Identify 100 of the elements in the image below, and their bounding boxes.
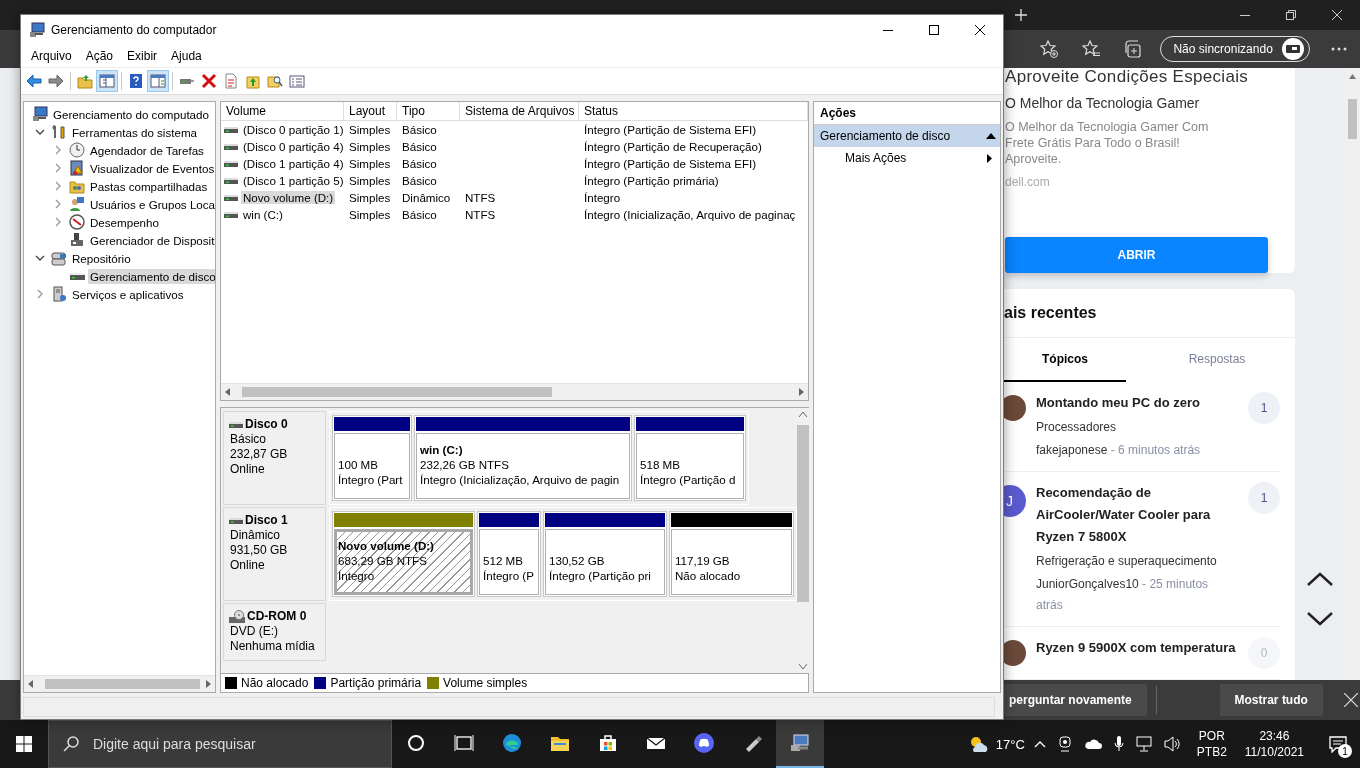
tree-item[interactable]: Repositório bbox=[70, 250, 133, 266]
tab[interactable]: Respostas bbox=[1156, 338, 1278, 382]
table-cell[interactable]: (Disco 0 partição 4) bbox=[241, 140, 346, 153]
speaker-icon bbox=[1163, 736, 1182, 752]
action-section[interactable]: Gerenciamento de disco bbox=[814, 125, 1000, 147]
scroll-up-icon[interactable] bbox=[1349, 74, 1356, 79]
scroll-left-icon[interactable] bbox=[28, 680, 33, 688]
disk-info: Básico bbox=[230, 432, 268, 447]
disk-partition[interactable]: win (C:) 232,26 GB NTFS Íntegro (Inicialização, Arquivo de pagin bbox=[414, 415, 632, 501]
column-header[interactable]: Status bbox=[579, 102, 808, 121]
taskbar-app[interactable] bbox=[776, 720, 824, 768]
disk-partition[interactable]: 100 MB Íntegro (Part bbox=[332, 415, 412, 501]
disk-partition[interactable]: 130,52 GB Íntegro (Partição pri bbox=[543, 511, 667, 597]
table-cell-text: Simples bbox=[348, 139, 392, 155]
menu-item[interactable]: Arquivo bbox=[24, 47, 79, 65]
topic-title[interactable]: Montando meu PC do zero bbox=[1036, 392, 1236, 414]
disk-partition[interactable]: Novo volume (D:) 683,29 GB NTFS Íntegro bbox=[332, 511, 475, 597]
partition-size: 100 MB bbox=[338, 457, 379, 472]
tree-item[interactable]: Desempenho bbox=[88, 214, 161, 230]
table-cell[interactable]: Novo volume (D:) bbox=[241, 191, 336, 204]
chevron-right-icon[interactable] bbox=[53, 145, 63, 155]
column-header[interactable]: Layout bbox=[344, 102, 397, 121]
tree-item[interactable]: Ferramentas do sistema bbox=[70, 124, 199, 140]
users-icon bbox=[69, 196, 85, 212]
action-pane-button[interactable] bbox=[147, 70, 169, 92]
table-cell[interactable]: (Disco 1 partição 5) bbox=[241, 174, 346, 187]
show-all-button[interactable]: Mostrar tudo bbox=[1219, 684, 1323, 716]
scroll-right-icon[interactable] bbox=[206, 680, 211, 688]
scroll-up-icon[interactable] bbox=[799, 412, 807, 417]
drive-icon bbox=[224, 124, 238, 135]
topic-title[interactable]: Ryzen 9 5900X com temperatura bbox=[1036, 637, 1236, 659]
table-cell[interactable]: (Disco 1 partição 4) bbox=[241, 157, 346, 170]
scroll-up-button[interactable] bbox=[1307, 572, 1333, 586]
chevron-down-icon[interactable] bbox=[35, 253, 45, 263]
chevron-up-icon bbox=[1033, 740, 1046, 748]
edge-icon bbox=[502, 733, 522, 753]
menu-item[interactable]: Ação bbox=[78, 47, 121, 65]
category-link[interactable]: Refrigeração e superaquecimento bbox=[1036, 554, 1248, 568]
new-tab-icon[interactable] bbox=[1015, 9, 1027, 21]
console-tree-button[interactable] bbox=[96, 70, 118, 92]
ask-again-button[interactable]: perguntar novamente bbox=[1004, 684, 1147, 716]
partition-size: 512 MB bbox=[483, 553, 524, 568]
category-link[interactable]: Processadores bbox=[1036, 420, 1248, 434]
clock[interactable]: 23:46 11/10/2021 bbox=[1244, 728, 1304, 760]
log-book-icon bbox=[69, 160, 85, 176]
table-cell-text: Dinâmico bbox=[401, 190, 452, 206]
tree-item[interactable]: Serviços e aplicativos bbox=[70, 286, 186, 302]
help-icon bbox=[128, 73, 144, 89]
delete-icon bbox=[201, 73, 217, 89]
table-cell-text: Íntegro (Partição de Recuperação) bbox=[583, 139, 763, 155]
column-header[interactable]: Volume bbox=[221, 102, 344, 121]
scroll-right-icon[interactable] bbox=[799, 388, 804, 396]
vertical-scrollbar[interactable] bbox=[797, 408, 809, 673]
tree-item[interactable]: Usuários e Grupos Loca bbox=[88, 196, 215, 212]
scroll-down-button[interactable] bbox=[1307, 612, 1333, 626]
scroll-left-icon[interactable] bbox=[225, 388, 230, 396]
partition-status: Íntegro bbox=[338, 568, 376, 583]
table-cell[interactable]: win (C:) bbox=[241, 208, 285, 221]
forward-arrow-icon bbox=[48, 73, 64, 89]
chevron-right-icon[interactable] bbox=[53, 163, 63, 173]
menu-item[interactable]: Exibir bbox=[120, 47, 165, 65]
disk-name: Disco 1 bbox=[245, 513, 288, 528]
tree-item[interactable]: Pastas compartilhadas bbox=[88, 178, 210, 194]
disk-name: CD-ROM 0 bbox=[247, 609, 307, 624]
cd-drive-icon bbox=[229, 609, 245, 624]
vertical-scrollbar[interactable] bbox=[1345, 68, 1360, 680]
horizontal-scrollbar[interactable] bbox=[221, 383, 808, 400]
chevron-right-icon[interactable] bbox=[53, 181, 63, 191]
horizontal-scrollbar[interactable] bbox=[24, 675, 215, 692]
notification-button[interactable]: 1 bbox=[1316, 720, 1360, 768]
disk-partition[interactable]: 518 MB Íntegro (Partição d bbox=[634, 415, 746, 501]
tree-item[interactable]: Visualizador de Eventos bbox=[88, 160, 215, 176]
tree-item[interactable]: Gerenciamento do computado bbox=[51, 106, 211, 122]
chevron-right-icon[interactable] bbox=[35, 289, 45, 299]
open-button[interactable]: ABRIR bbox=[1005, 237, 1268, 273]
table-cell[interactable]: (Disco 0 partição 1) bbox=[241, 123, 346, 136]
action-item[interactable]: Mais Ações bbox=[814, 147, 1000, 169]
column-header[interactable]: Tipo bbox=[397, 102, 460, 121]
column-header[interactable]: Sistema de Arquivos bbox=[460, 102, 579, 121]
disk-partition[interactable]: 117,19 GB Não alocado bbox=[669, 511, 794, 597]
topic-title[interactable]: Recomendação de AirCooler/Water Cooler para Ryzen 7 5800X bbox=[1036, 482, 1236, 548]
disk-partition[interactable]: 512 MB Íntegro (P bbox=[477, 511, 541, 597]
chevron-down-icon[interactable] bbox=[35, 127, 45, 137]
scrollbar-thumb[interactable] bbox=[1348, 99, 1357, 139]
close-button[interactable] bbox=[1343, 693, 1358, 707]
chevron-right-icon[interactable] bbox=[53, 199, 63, 209]
computer-management-icon bbox=[790, 733, 810, 753]
scroll-down-icon[interactable] bbox=[799, 664, 807, 669]
post-meta: fakejaponese - 6 minutos atrás bbox=[1036, 442, 1202, 459]
tree-item[interactable]: Gerenciamento de disco bbox=[88, 268, 215, 284]
drive-icon bbox=[224, 158, 238, 169]
temperature: 17°C bbox=[995, 736, 1025, 752]
tree-item[interactable]: Agendador de Tarefas bbox=[88, 142, 206, 158]
tree-item[interactable]: Gerenciador de Disposit bbox=[88, 232, 215, 248]
input-language[interactable]: POR PTB2 bbox=[1196, 728, 1227, 760]
cloud-icon bbox=[1083, 738, 1102, 750]
search-field[interactable]: Digite aqui para pesquisar bbox=[48, 720, 392, 768]
task-view-icon bbox=[454, 733, 474, 753]
menu-item[interactable]: Ajuda bbox=[164, 47, 209, 65]
chevron-right-icon[interactable] bbox=[53, 217, 63, 227]
